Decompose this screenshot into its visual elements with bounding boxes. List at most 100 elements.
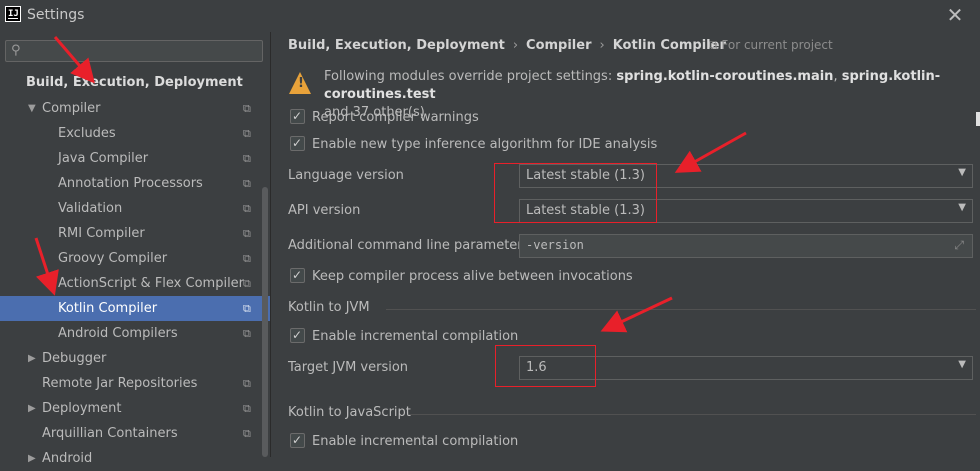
sidebar-item-label: Android [42, 451, 93, 466]
sidebar-item-label: Groovy Compiler [58, 251, 168, 266]
settings-sidebar: ⚲ Build, Execution, Deployment ▼ Compile… [0, 32, 271, 466]
project-scope-icon: ⧉ [243, 377, 251, 390]
breadcrumb-item: Build, Execution, Deployment [288, 38, 505, 53]
sidebar-item-label: Deployment [42, 401, 122, 416]
breadcrumb-separator: › [512, 38, 519, 53]
sidebar-item-label: Arquillian Containers [42, 426, 178, 441]
chevron-down-icon: ▼ [958, 202, 966, 213]
search-icon: ⚲ [11, 43, 21, 58]
settings-content: Build, Execution, Deployment › Compiler › Ko… [271, 32, 980, 457]
close-icon[interactable]: ✕ [944, 4, 966, 26]
warning-prefix: Following modules override project setti… [324, 69, 617, 84]
report-warnings-option[interactable]: Report compiler warnings [290, 106, 479, 128]
jvm-incremental-checkbox[interactable] [290, 325, 305, 345]
sidebar-item-build-execution-deployment[interactable]: Build, Execution, Deployment [0, 70, 262, 95]
target-jvm-label: Target JVM version [288, 360, 409, 375]
search-input[interactable] [34, 42, 258, 60]
language-version-label: Language version [288, 168, 404, 183]
chevron-down-icon: ▼ [958, 359, 966, 370]
sidebar-item-java-compiler[interactable]: Java Compiler ⧉ [0, 146, 262, 171]
jvm-incremental-option[interactable]: Enable incremental compilation [290, 325, 519, 347]
checkbox-label: Enable new type inference algorithm for … [312, 137, 658, 152]
project-scope-icon: ⧉ [243, 127, 251, 140]
sidebar-item-label: Compiler [42, 101, 101, 116]
chevron-down-icon: ▼ [958, 167, 966, 178]
kotlin-js-group-title: Kotlin to JavaScript [288, 405, 411, 420]
checkbox-label: Enable incremental compilation [312, 434, 519, 449]
sidebar-item-label: Java Compiler [58, 151, 149, 166]
scope-label: For current project [721, 38, 833, 52]
annotation-box-version [494, 163, 657, 223]
checkbox-label: Report compiler warnings [312, 110, 479, 125]
sidebar-item-excludes[interactable]: Excludes ⧉ [0, 121, 262, 146]
group-divider [386, 309, 976, 310]
new-inference-option[interactable]: Enable new type inference algorithm for … [290, 133, 658, 155]
sidebar-item-label: Excludes [58, 126, 116, 141]
new-inference-checkbox[interactable] [290, 133, 305, 153]
sidebar-item-label: Kotlin Compiler [58, 301, 158, 316]
sidebar-item-label: Validation [58, 201, 123, 216]
js-incremental-checkbox[interactable] [290, 430, 305, 450]
project-scope-icon: ⧉ [243, 302, 251, 315]
scope-indicator: ⧉ For current project [709, 38, 833, 53]
sidebar-item-label: Build, Execution, Deployment [26, 75, 243, 90]
breadcrumb-item: Compiler [526, 38, 592, 53]
report-warnings-checkbox[interactable] [290, 106, 305, 126]
sidebar-item-debugger[interactable]: ▶ Debugger [0, 346, 262, 371]
sidebar-item-label: Annotation Processors [58, 176, 203, 191]
kotlin-jvm-group-title: Kotlin to JVM [288, 300, 370, 315]
breadcrumb: Build, Execution, Deployment › Compiler › Ko… [288, 38, 726, 53]
chevron-right-icon[interactable]: ▶ [28, 346, 36, 371]
sidebar-item-compiler[interactable]: ▼ Compiler ⧉ [0, 96, 262, 121]
warning-separator: , [833, 69, 842, 84]
sidebar-item-label: Android Compilers [58, 326, 178, 341]
sidebar-item-label: ActionScript & Flex Compiler [58, 276, 245, 291]
project-scope-icon: ⧉ [243, 177, 251, 190]
sidebar-item-validation[interactable]: Validation ⧉ [0, 196, 262, 221]
project-scope-icon: ⧉ [243, 427, 251, 440]
project-scope-icon: ⧉ [709, 38, 722, 52]
keep-alive-option[interactable]: Keep compiler process alive between invo… [290, 265, 633, 287]
project-scope-icon: ⧉ [243, 227, 251, 240]
sidebar-item-arquillian-containers[interactable]: Arquillian Containers ⧉ [0, 421, 262, 446]
sidebar-item-android[interactable]: ▶ Android [0, 446, 262, 471]
api-version-label: API version [288, 203, 361, 218]
chevron-down-icon[interactable]: ▼ [28, 96, 36, 121]
chevron-right-icon[interactable]: ▶ [28, 446, 36, 471]
warning-module-link[interactable]: spring.kotlin-coroutines.main [616, 69, 833, 84]
sidebar-item-deployment[interactable]: ▶ Deployment ⧉ [0, 396, 262, 421]
sidebar-item-groovy-compiler[interactable]: Groovy Compiler ⧉ [0, 246, 262, 271]
cmd-params-value: -version [526, 238, 584, 252]
title-bar: IJ Settings ✕ [0, 0, 980, 32]
group-divider [409, 414, 976, 415]
annotation-box-jvm [495, 345, 596, 387]
project-scope-icon: ⧉ [243, 102, 251, 115]
sidebar-item-kotlin-compiler[interactable]: Kotlin Compiler ⧉ [0, 296, 270, 321]
breadcrumb-separator: › [599, 38, 605, 53]
expand-icon[interactable]: ⤢ [954, 238, 964, 253]
chevron-right-icon[interactable]: ▶ [28, 396, 36, 421]
project-scope-icon: ⧉ [243, 152, 251, 165]
settings-search[interactable]: ⚲ [5, 40, 263, 62]
sidebar-item-remote-jar-repositories[interactable]: Remote Jar Repositories ⧉ [0, 371, 262, 396]
project-scope-icon: ⧉ [243, 327, 251, 340]
checkbox-label: Keep compiler process alive between invo… [312, 269, 633, 284]
sidebar-scrollbar[interactable] [262, 187, 268, 457]
project-scope-icon: ⧉ [243, 252, 251, 265]
sidebar-item-rmi-compiler[interactable]: RMI Compiler ⧉ [0, 221, 262, 246]
js-incremental-option[interactable]: Enable incremental compilation [290, 430, 519, 452]
sidebar-item-annotation-processors[interactable]: Annotation Processors ⧉ [0, 171, 262, 196]
cmd-params-input[interactable]: -version ⤢ [519, 234, 973, 258]
sidebar-item-label: RMI Compiler [58, 226, 145, 241]
project-scope-icon: ⧉ [243, 277, 251, 290]
project-scope-icon: ⧉ [243, 202, 251, 215]
sidebar-item-label: Remote Jar Repositories [42, 376, 198, 391]
keep-alive-checkbox[interactable] [290, 265, 305, 285]
window-title: Settings [27, 7, 85, 23]
checkbox-label: Enable incremental compilation [312, 329, 519, 344]
warning-icon [289, 72, 311, 94]
intellij-app-icon: IJ [5, 6, 21, 22]
cmd-params-label: Additional command line parameters: [288, 238, 534, 253]
sidebar-item-actionscript-flex-compiler[interactable]: ActionScript & Flex Compiler ⧉ [0, 271, 262, 296]
sidebar-item-android-compilers[interactable]: Android Compilers ⧉ [0, 321, 262, 346]
